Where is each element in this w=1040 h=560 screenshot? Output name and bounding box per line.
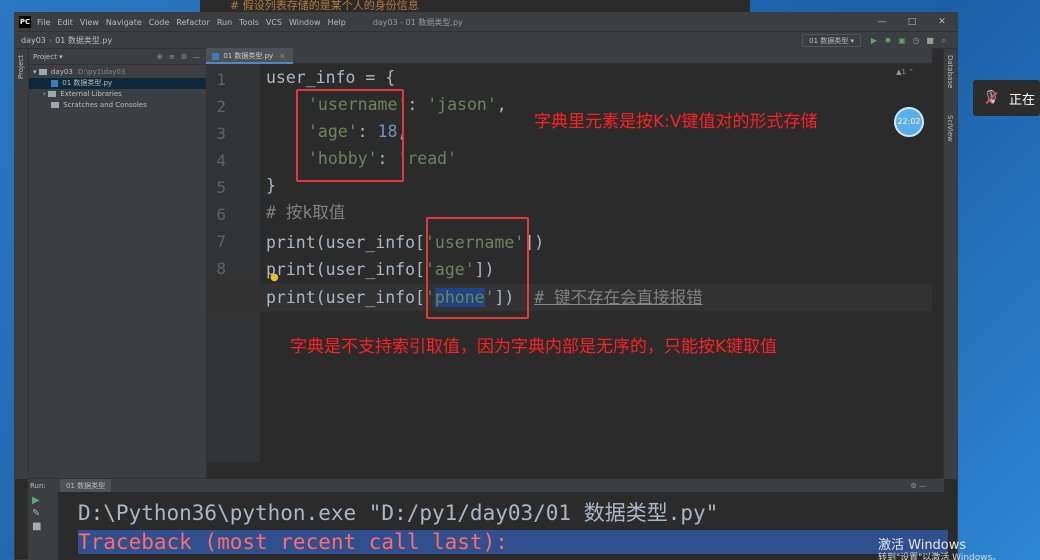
profile-icon[interactable]: ◷	[911, 35, 921, 46]
tree-item-scratches[interactable]: Scratches and Consoles	[29, 100, 206, 111]
tree-item-file[interactable]: 01 数据类型.py	[29, 78, 206, 89]
close-button[interactable]: ✕	[927, 13, 957, 31]
library-icon	[48, 91, 57, 97]
menu-window[interactable]: Window	[289, 18, 321, 27]
menu-bar: PC File Edit View Navigate Code Refactor…	[15, 13, 957, 31]
line-number-gutter: 1 2 3 4 5 6 7 8 9	[206, 64, 260, 462]
scratches-icon	[51, 102, 59, 108]
settings-gear-icon[interactable]: ⚙ —	[910, 479, 926, 493]
run-output-console[interactable]: D:\Python36\python.exe "D:/py1/day03/01 …	[58, 492, 948, 560]
menu-edit[interactable]: Edit	[57, 18, 73, 27]
chevron-right-icon: ›	[43, 90, 46, 98]
run-toolbar-side: ▶ ✎ ■	[28, 492, 58, 560]
tree-item-label: External Libraries	[60, 90, 122, 98]
line-number: 7	[216, 232, 226, 251]
line-number: 8	[216, 259, 226, 278]
menu-run[interactable]: Run	[217, 18, 232, 27]
background-window-text: # 假设列表存储的是某个人的身份信息	[200, 0, 750, 12]
run-panel-title: Run:	[30, 482, 46, 490]
floating-avatar[interactable]: 22:02	[894, 107, 924, 137]
project-view-select[interactable]: Project ▾	[33, 53, 63, 61]
code-line-1: user_info = {	[266, 68, 396, 87]
annotation-kv-pairs: 字典里元素是按K:V键值对的形式存储	[534, 112, 818, 132]
editor-tab-bar: 01 数据类型.py ×	[206, 48, 932, 64]
minimize-button[interactable]: —	[867, 13, 897, 31]
search-icon[interactable]: ⌕	[939, 35, 949, 46]
close-tab-icon[interactable]: ×	[279, 52, 285, 60]
stop-icon[interactable]: ■	[925, 35, 935, 46]
menu-code[interactable]: Code	[149, 18, 169, 27]
annotation-no-index: 字典是不支持索引取值，因为字典内部是无序的，只能按K键取值	[290, 337, 778, 357]
window-title: day03 - 01 数据类型.py	[372, 17, 463, 27]
sciview-tool-tab[interactable]: SciView	[946, 115, 954, 142]
database-tool-tab[interactable]: Database	[946, 55, 954, 88]
line-number: 6	[216, 205, 226, 224]
tree-item-label: day03	[50, 68, 73, 76]
console-error-line: Traceback (most recent call last):	[78, 530, 948, 554]
tab-label: 01 数据类型.py	[223, 52, 274, 60]
code-line-5: }	[266, 176, 276, 195]
menu-vcs[interactable]: VCS	[266, 18, 282, 27]
breadcrumb-separator-icon: ›	[48, 35, 53, 45]
folder-icon	[38, 69, 47, 75]
debug-icon[interactable]: ✹	[883, 35, 893, 46]
line-number: 4	[216, 151, 226, 170]
tree-item-label: 01 数据类型.py	[62, 79, 113, 87]
window-controls: — □ ✕	[867, 13, 957, 31]
line-number: 1	[216, 70, 226, 89]
code-line-6: # 按k取值	[266, 203, 346, 222]
run-icon[interactable]: ▶	[869, 35, 879, 46]
navigation-bar: day03 › 01 数据类型.py 01 数据类型 ▾ ▶ ✹ ▣ ◷ ■ ⌕	[15, 31, 957, 49]
rerun-icon[interactable]: ▶	[32, 495, 58, 506]
breadcrumb-file[interactable]: 01 数据类型.py	[55, 35, 112, 46]
breadcrumb-project[interactable]: day03	[21, 36, 46, 45]
notification-text: 正在	[1009, 92, 1036, 108]
menu-navigate[interactable]: Navigate	[106, 18, 142, 27]
tab-data-types[interactable]: 01 数据类型.py ×	[206, 48, 294, 64]
project-tool-tab[interactable]: Project	[17, 55, 25, 79]
run-panel-header: Run: 01 数据类型 ⚙ —	[28, 478, 944, 493]
coverage-icon[interactable]: ▣	[897, 35, 907, 46]
right-tool-strip: Database SciView	[943, 49, 957, 479]
menu-file[interactable]: File	[37, 18, 50, 27]
project-panel: Project ▾ ⊕ ≡ ⚙ — ▾ day03 D:\py1\day03 0…	[29, 49, 207, 479]
tree-item-external-libraries[interactable]: › External Libraries	[29, 89, 206, 100]
run-tab[interactable]: 01 数据类型	[60, 479, 112, 493]
tree-item-day03[interactable]: ▾ day03 D:\py1\day03	[29, 67, 206, 78]
annotation-box-key-access	[426, 217, 529, 319]
activate-windows-subtitle: 转到"设置"以激活 Windows。	[878, 553, 1002, 560]
menu-view[interactable]: View	[80, 18, 99, 27]
annotation-box-dict-elements	[296, 89, 404, 182]
python-file-icon	[51, 79, 58, 87]
chevron-down-icon: ▾	[33, 68, 37, 76]
inspection-warning-count[interactable]: ▲1 ⌃	[896, 68, 914, 76]
project-panel-header: Project ▾ ⊕ ≡ ⚙ —	[29, 49, 206, 65]
settings-gear-icon[interactable]: ⚙	[181, 53, 187, 61]
intention-bulb-icon[interactable]: ●	[270, 272, 279, 283]
line-number: 5	[216, 178, 226, 197]
left-tool-strip: Project	[15, 49, 29, 479]
run-toolbar: ▶ ✹ ▣ ◷ ■ ⌕	[869, 35, 949, 46]
notification-toast[interactable]: 🎙 正在	[973, 80, 1040, 116]
tree-item-path: D:\py1\day03	[78, 68, 126, 76]
hide-icon[interactable]: —	[193, 53, 200, 61]
maximize-button[interactable]: □	[897, 13, 927, 31]
pycharm-logo-icon: PC	[19, 16, 31, 28]
collapse-icon[interactable]: ≡	[169, 53, 175, 61]
console-command-line: D:\Python36\python.exe "D:/py1/day03/01 …	[78, 501, 719, 525]
stop-icon[interactable]: ■	[32, 521, 58, 532]
tree-item-label: Scratches and Consoles	[63, 101, 147, 109]
python-file-icon	[212, 52, 219, 60]
menu-help[interactable]: Help	[328, 18, 346, 27]
menu-tools[interactable]: Tools	[239, 18, 259, 27]
line-number: 3	[216, 124, 226, 143]
run-configuration-select[interactable]: 01 数据类型 ▾	[802, 34, 861, 47]
mic-muted-icon: 🎙	[983, 90, 1000, 105]
line-number: 2	[216, 97, 226, 116]
locate-icon[interactable]: ⊕	[157, 53, 163, 61]
wrench-icon[interactable]: ✎	[32, 508, 58, 519]
menu-refactor[interactable]: Refactor	[176, 18, 210, 27]
